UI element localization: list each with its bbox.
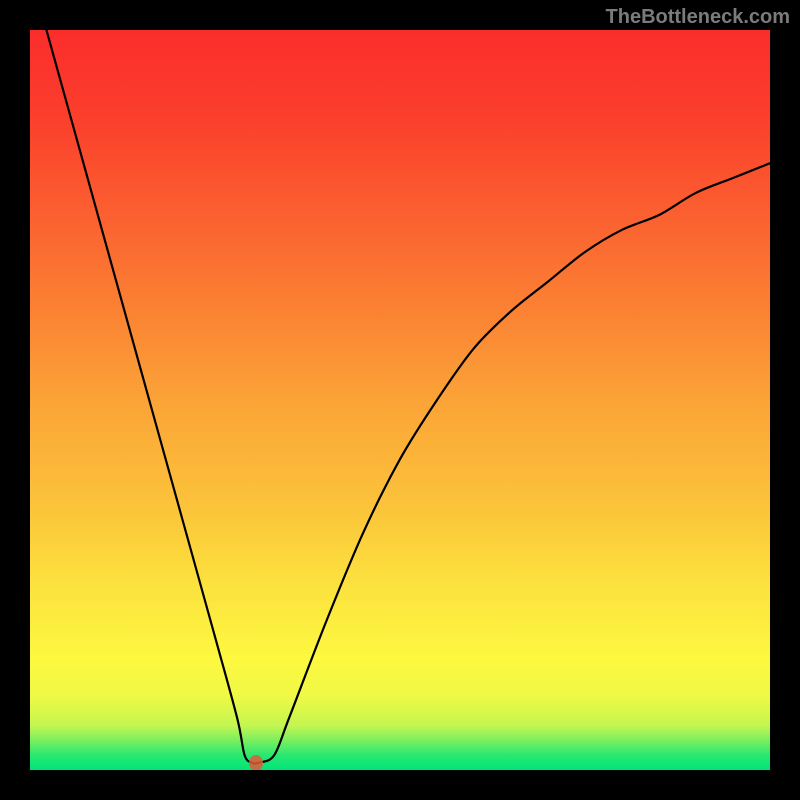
plot-area [30, 30, 770, 770]
bottleneck-curve [30, 30, 770, 770]
watermark-text: TheBottleneck.com [606, 6, 790, 29]
chart-root: TheBottleneck.com [0, 0, 800, 800]
marker-optimal-point [249, 755, 263, 770]
